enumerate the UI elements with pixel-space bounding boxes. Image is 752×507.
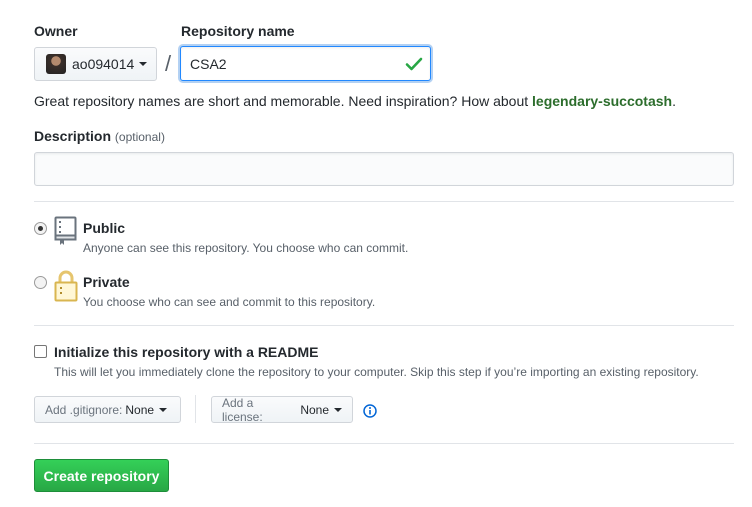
- public-title: Public: [83, 220, 126, 236]
- name-hint-end: .: [672, 93, 676, 109]
- public-radio[interactable]: [34, 222, 47, 235]
- description-optional: (optional): [114, 130, 165, 144]
- private-note: You choose who can see and commit to thi…: [83, 295, 376, 309]
- owner-dropdown[interactable]: ao094014: [34, 47, 157, 81]
- name-hint-text: Great repository names are short and mem…: [34, 93, 533, 109]
- gitignore-dropdown[interactable]: Add .gitignore: None: [34, 396, 181, 423]
- lock-icon: [54, 270, 78, 302]
- description-input[interactable]: [34, 152, 734, 186]
- repo-book-icon: [54, 216, 77, 245]
- owner-repo-separator: /: [165, 51, 172, 76]
- divider: [34, 443, 734, 444]
- gitignore-value: None: [125, 402, 155, 417]
- chevron-down-icon: [334, 407, 342, 412]
- license-value: None: [300, 402, 329, 417]
- owner-label: Owner: [34, 23, 78, 39]
- name-suggestion[interactable]: legendary-succotash: [532, 93, 672, 109]
- private-title: Private: [83, 274, 130, 290]
- repository-name-label: Repository name: [181, 23, 295, 39]
- check-icon: [405, 57, 423, 71]
- license-dropdown[interactable]: Add a license: None: [211, 395, 353, 424]
- divider: [34, 325, 734, 326]
- repository-name-input[interactable]: [180, 46, 431, 81]
- info-icon[interactable]: [363, 404, 377, 418]
- readme-note: This will let you immediately clone the …: [54, 365, 699, 379]
- create-repository-button[interactable]: Create repository: [34, 459, 169, 492]
- public-note: Anyone can see this repository. You choo…: [83, 241, 409, 255]
- gitignore-prefix: Add .gitignore:: [45, 402, 123, 417]
- chevron-down-icon: [159, 407, 168, 412]
- readme-checkbox[interactable]: [34, 345, 47, 358]
- name-hint: Great repository names are short and mem…: [34, 93, 676, 109]
- chevron-down-icon: [139, 62, 148, 66]
- divider: [195, 395, 196, 423]
- divider: [34, 201, 734, 202]
- description-label-text: Description: [34, 128, 112, 144]
- description-label: Description (optional): [34, 128, 165, 144]
- private-radio[interactable]: [34, 276, 47, 289]
- avatar: [46, 54, 66, 74]
- owner-username: ao094014: [72, 56, 135, 72]
- license-prefix: Add a license:: [222, 395, 263, 424]
- readme-label[interactable]: Initialize this repository with a README: [54, 344, 318, 360]
